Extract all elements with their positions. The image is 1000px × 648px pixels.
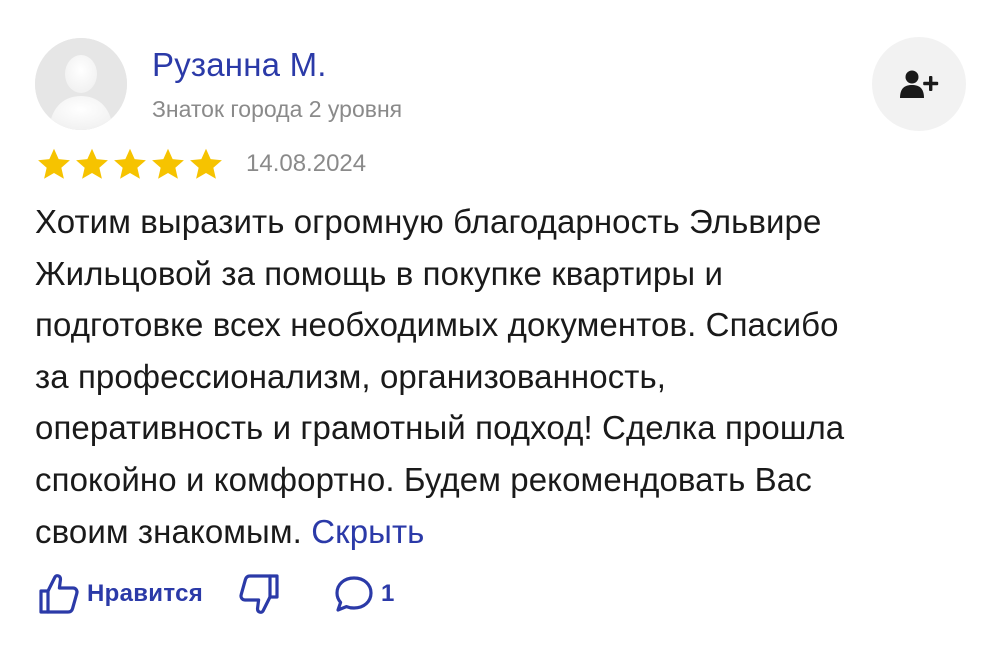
review-line-text: своим знакомым.: [35, 512, 302, 550]
comments-count: 1: [381, 580, 395, 607]
author-name[interactable]: Рузанна М.: [152, 45, 327, 85]
comment-icon: [335, 576, 373, 612]
review-text: Хотим выразить огромную благодарность Эл…: [35, 196, 965, 557]
user-silhouette-icon: [35, 38, 127, 130]
review-actions: Нравится 1: [37, 568, 394, 620]
star-icon: [38, 148, 70, 179]
add-user-icon: [900, 70, 939, 98]
review-date: 14.08.2024: [246, 150, 367, 177]
review-line: подготовке всех необходимых документов. …: [35, 306, 839, 344]
review-line: оперативность и грамотный подход! Сделка…: [35, 409, 845, 447]
like-button[interactable]: Нравится: [37, 572, 203, 616]
rating-stars: [35, 146, 225, 184]
star-icon: [190, 148, 222, 179]
review-line: Жильцовой за помощь в покупке квартиры и: [35, 254, 724, 292]
subscribe-button[interactable]: [872, 37, 966, 131]
thumb-up-icon: [39, 574, 79, 614]
author-level: Знаток города 2 уровня: [152, 96, 403, 122]
star-icon: [152, 148, 184, 179]
thumb-down-icon: [239, 574, 279, 614]
avatar[interactable]: [35, 38, 127, 130]
star-icon: [114, 148, 146, 179]
review-line-last: своим знакомым. Скрыть: [35, 506, 965, 558]
like-label: Нравится: [87, 580, 204, 607]
review-line: спокойно и комфортно. Будем рекомендоват…: [35, 460, 812, 498]
dislike-button[interactable]: [237, 572, 281, 616]
review-line: Хотим выразить огромную благодарность Эл…: [35, 203, 822, 240]
star-icon: [76, 148, 108, 179]
comments-button[interactable]: 1: [333, 573, 394, 615]
hide-review-link[interactable]: Скрыть: [311, 513, 424, 550]
review-line: за профессионализм, организованность,: [35, 357, 667, 395]
